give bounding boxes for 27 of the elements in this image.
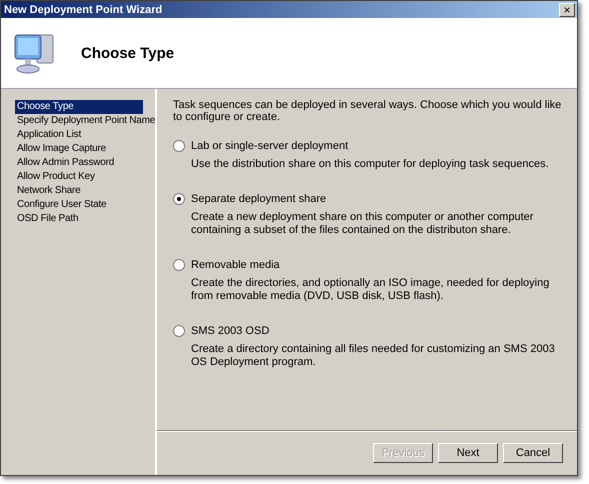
sidebar-item[interactable]: Application List — [15, 128, 143, 142]
option-description: Use the distribution share on this computer for deploying task sequences. — [191, 158, 550, 171]
option-description: Create the directories, and optionally an ISO image, needed for deploying from removable media (DVD, USB disk, USB flash). — [191, 277, 550, 303]
option-description: Create a directory containing all files needed for customizing an SMS 2003 OS Deployment program. — [191, 343, 556, 369]
radio-option[interactable]: Removable media — [173, 259, 565, 271]
radio-button[interactable] — [173, 325, 185, 337]
radio-button[interactable] — [173, 259, 185, 271]
option-description: Create a new deployment share on this computer or another computer containing a subset of the files contained on the distributon share. — [191, 211, 534, 237]
wizard-button[interactable]: Cancel — [503, 443, 563, 463]
sidebar-item[interactable]: Specify Deployment Point Name — [15, 114, 158, 128]
radio-option[interactable]: Lab or single-server deployment — [173, 140, 565, 152]
sidebar-item[interactable]: Allow Product Key — [15, 170, 143, 184]
window-title: New Deployment Point Wizard — [4, 4, 162, 16]
radio-button[interactable] — [173, 140, 185, 152]
radio-button[interactable] — [173, 193, 185, 205]
sidebar-item[interactable]: Choose Type — [15, 100, 143, 114]
sidebar-item[interactable]: Allow Admin Password — [15, 156, 143, 170]
radio-option[interactable]: SMS 2003 OSD — [173, 325, 565, 337]
page-heading: Choose Type — [81, 44, 174, 62]
wizard-button[interactable]: Next — [438, 443, 498, 463]
sidebar-item[interactable]: Allow Image Capture — [15, 142, 143, 156]
intro-text: Task sequences can be deployed in several ways. Choose which you would like to configure or create. — [173, 99, 562, 123]
radio-option[interactable]: Separate deployment share — [173, 193, 565, 205]
sidebar-item[interactable]: Network Share — [15, 184, 143, 198]
sidebar-item[interactable]: OSD File Path — [15, 212, 143, 226]
sidebar-item[interactable]: Configure User State — [15, 198, 143, 212]
close-button[interactable]: × — [559, 2, 575, 16]
